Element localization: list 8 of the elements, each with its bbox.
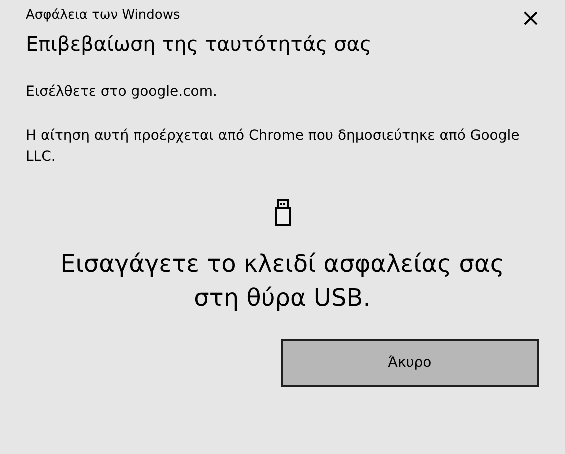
body-text: Η αίτηση αυτή προέρχεται από Chrome που δημοσιεύτηκε από Google LLC. [26, 126, 521, 168]
cancel-button[interactable]: Άκυρο [281, 339, 539, 388]
dialog-heading: Επιβεβαίωση της ταυτότητάς σας [26, 32, 373, 56]
instruction-text: Εισαγάγετε το κλειδί ασφαλείας σας στη θύρα USB. [60, 249, 505, 314]
close-button[interactable]: × [516, 6, 545, 30]
usb-key-icon [274, 199, 290, 226]
window-title: Ασφάλεια των Windows [26, 7, 180, 25]
body-text: Εισέλθετε στο google.com. [26, 83, 218, 102]
